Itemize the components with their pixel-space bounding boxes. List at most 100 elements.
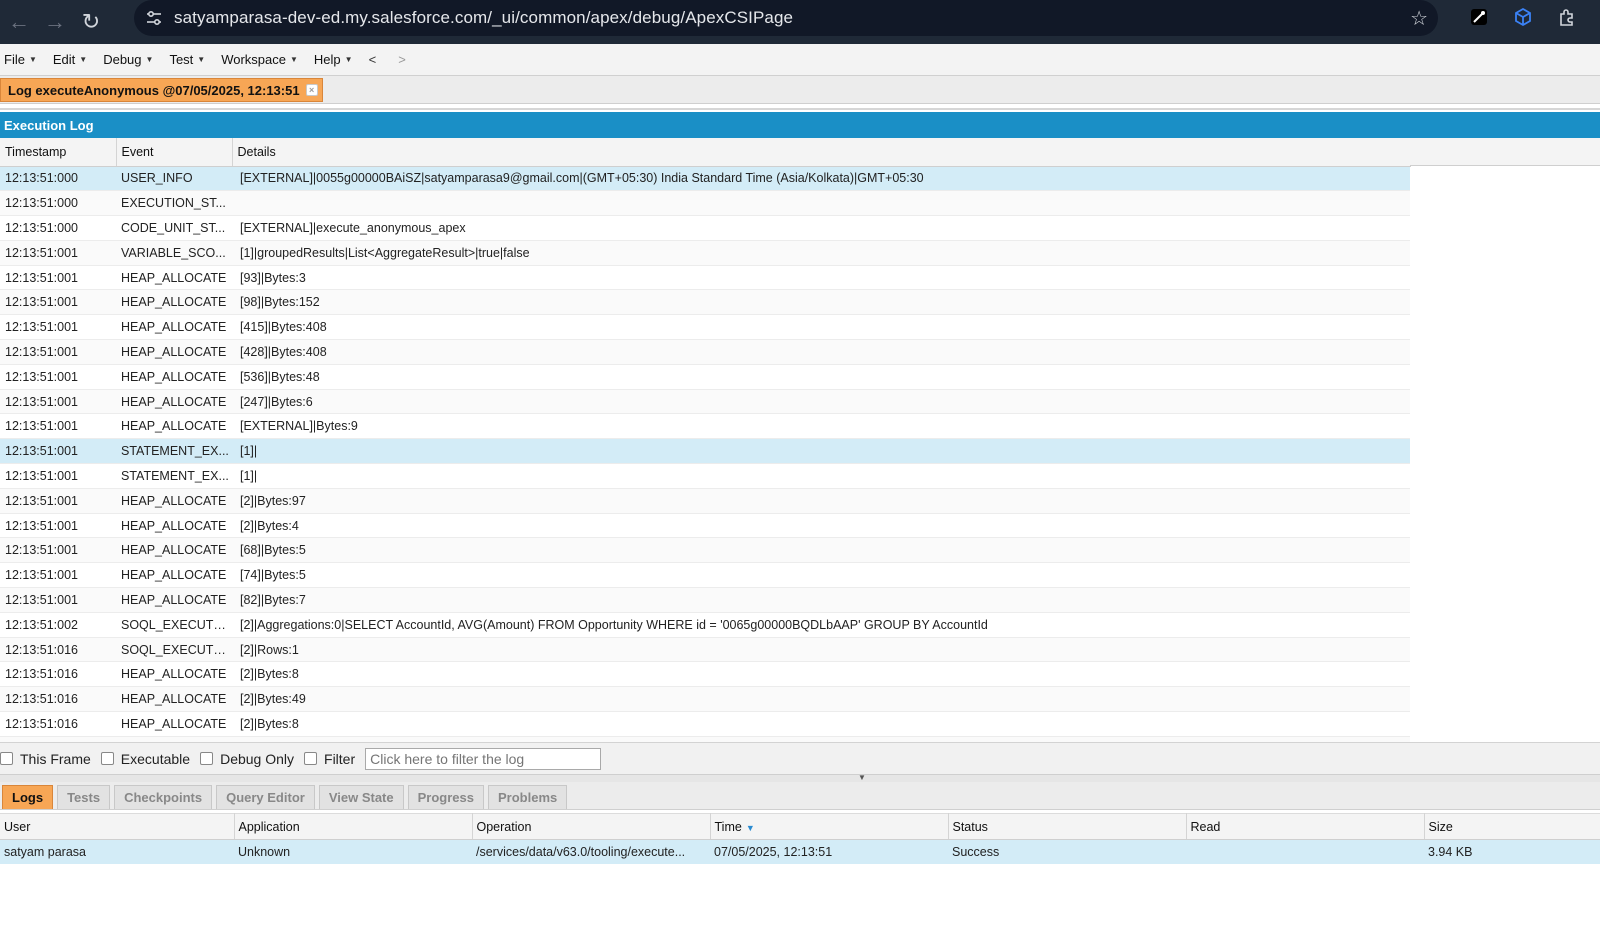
tab-query-editor[interactable]: Query Editor (216, 785, 315, 809)
checkbox-label: This Frame (20, 750, 91, 767)
panel-splitter[interactable]: ▼ (0, 773, 1600, 782)
debug-only-checkbox[interactable]: Debug Only (200, 751, 294, 767)
tab-problems[interactable]: Problems (488, 785, 568, 809)
tab-checkpoints[interactable]: Checkpoints (114, 785, 213, 809)
back-icon[interactable]: ← (2, 5, 36, 39)
log-entry-row[interactable]: 12:13:51:016 HEAP_ALLOCATE [2]|Bytes:8 (0, 711, 1410, 737)
close-icon[interactable]: × (305, 84, 318, 96)
log-entry-row[interactable]: 12:13:51:002 SOQL_EXECUTE... [2]|Aggregati… (0, 612, 1410, 638)
eyedropper-icon[interactable] (1466, 4, 1492, 30)
forward-icon[interactable]: → (38, 5, 72, 39)
logs-table: User Application Operation Time ▼ Status … (0, 813, 1600, 864)
site-info-icon[interactable] (136, 0, 172, 36)
this-frame-checkbox[interactable]: This Frame (0, 751, 91, 767)
filter-checkbox[interactable]: Filter (304, 751, 355, 767)
tab-tests[interactable]: Tests (57, 785, 111, 809)
bookmark-star-icon[interactable]: ☆ (1410, 6, 1428, 31)
log-entry-timestamp: 12:13:51:001 (0, 314, 116, 341)
log-entry-row[interactable]: 12:13:51:001 HEAP_ALLOCATE [428]|Bytes:408 (0, 339, 1410, 365)
extension-cube-icon[interactable] (1510, 4, 1536, 30)
log-entry-event: STATEMENT_EX... (116, 438, 232, 465)
log-entry-row[interactable]: 12:13:51:016VARIABLE_ASSI...[1]|groupedR… (0, 736, 1410, 742)
log-entry-event: HEAP_ALLOCATE (116, 661, 232, 688)
chevron-down-icon: ▼ (28, 55, 37, 64)
tab-view-state[interactable]: View State (318, 785, 404, 809)
column-header-event[interactable]: Event (116, 138, 233, 167)
log-entry-row[interactable]: 12:13:51:001 HEAP_ALLOCATE [74]|Bytes:5 (0, 562, 1410, 589)
log-entry-row[interactable]: 12:13:51:016 HEAP_ALLOCATE [2]|Bytes:8 (0, 661, 1410, 688)
menu-test[interactable]: Test ▼ (169, 52, 205, 67)
log-entry-row[interactable]: 12:13:51:001 HEAP_ALLOCATE [2]|Bytes:97 (0, 488, 1410, 514)
log-entry-row[interactable]: 12:13:51:000 CODE_UNIT_ST... [EXTERNAL]|ex… (0, 215, 1410, 241)
log-entry-row[interactable]: 12:13:51:001 HEAP_ALLOCATE [247]|Bytes:6 (0, 389, 1410, 415)
execution-log-table: Timestamp Event Details 12:13:51:000 USER… (0, 138, 1411, 742)
reload-icon[interactable]: ↻ (74, 5, 108, 39)
checkbox-box[interactable] (100, 752, 114, 765)
chevron-down-icon: ▼ (290, 55, 298, 64)
collapse-arrow-icon[interactable]: ▼ (842, 773, 882, 782)
log-tab-label: Log executeAnonymous @07/05/2025, 12:13:… (8, 82, 300, 98)
log-entry-row[interactable]: 12:13:51:001 HEAP_ALLOCATE [93]|Bytes:3 (0, 265, 1410, 291)
column-header-timestamp[interactable]: Timestamp (0, 138, 117, 167)
log-entry-event: HEAP_ALLOCATE (116, 686, 232, 713)
history-forward-button[interactable]: > (398, 52, 406, 67)
log-entry-row[interactable]: 12:13:51:001 HEAP_ALLOCATE [415]|Bytes:408 (0, 314, 1410, 341)
log-row[interactable]: satyam parasa Unknown /services/data/v63… (0, 839, 1600, 864)
log-entry-row[interactable]: 12:13:51:001 HEAP_ALLOCATE [82]|Bytes:7 (0, 587, 1410, 613)
extensions-puzzle-icon[interactable] (1554, 4, 1580, 30)
log-entry-details: [68]|Bytes:5 (232, 537, 1410, 564)
checkbox-box[interactable] (200, 752, 214, 765)
column-header-size[interactable]: Size (1424, 813, 1600, 840)
log-entry-event: HEAP_ALLOCATE (116, 562, 232, 589)
log-entry-row[interactable]: 12:13:51:016 HEAP_ALLOCATE [2]|Bytes:49 (0, 686, 1410, 713)
menu-edit[interactable]: Edit ▼ (53, 52, 87, 67)
log-entry-details: [2]|Bytes:8 (232, 711, 1410, 737)
column-header-details[interactable]: Details (232, 138, 1411, 167)
log-entry-row[interactable]: 12:13:51:001 HEAP_ALLOCATE [2]|Bytes:4 (0, 513, 1410, 539)
log-entry-timestamp: 12:13:51:001 (0, 389, 116, 415)
chevron-down-icon: ▼ (79, 55, 88, 64)
log-entry-details: [98]|Bytes:152 (232, 289, 1410, 316)
tab-progress[interactable]: Progress (407, 785, 484, 809)
divider (0, 104, 1600, 110)
history-back-button[interactable]: < (369, 52, 377, 67)
filter-log-input[interactable] (365, 747, 602, 770)
menu-label: Help (313, 52, 341, 67)
log-entry-row[interactable]: 12:13:51:000 EXECUTION_ST... (0, 190, 1410, 217)
log-entry-row[interactable]: 12:13:51:001 HEAP_ALLOCATE [98]|Bytes:152 (0, 289, 1410, 316)
log-entry-details: [1]|groupedResults|[{"AccountId":"0015g0… (232, 736, 1410, 742)
log-entry-row[interactable]: 12:13:51:001 HEAP_ALLOCATE [536]|Bytes:48 (0, 364, 1410, 390)
log-entry-row[interactable]: 12:13:51:000 USER_INFO [EXTERNAL]|0055g000… (0, 166, 1410, 192)
checkbox-box[interactable] (0, 752, 13, 765)
column-header-operation[interactable]: Operation (472, 813, 711, 840)
column-header-user[interactable]: User (0, 813, 235, 840)
log-entry-details: [536]|Bytes:48 (232, 364, 1410, 390)
log-entry-row[interactable]: 12:13:51:016 SOQL_EXECUTE... [2]|Rows:1 (0, 637, 1410, 663)
address-bar[interactable]: satyamparasa-dev-ed.my.salesforce.com/_u… (134, 0, 1438, 36)
menu-label: File (4, 52, 25, 67)
column-header-read[interactable]: Read (1186, 813, 1425, 840)
column-header-application[interactable]: Application (234, 813, 473, 840)
browser-toolbar: ← → ↻ satyamparasa-dev-ed.my.salesforce.… (0, 0, 1600, 44)
log-entry-row[interactable]: 12:13:51:001 STATEMENT_EX... [1]| (0, 438, 1410, 465)
execution-log-grid[interactable]: Timestamp Event Details 12:13:51:000 USER… (0, 138, 1600, 742)
log-entry-event: VARIABLE_SCO... (116, 240, 232, 266)
tab-logs[interactable]: Logs (2, 785, 54, 809)
column-header-status[interactable]: Status (948, 813, 1187, 840)
log-editor-tab[interactable]: Log executeAnonymous @07/05/2025, 12:13:… (0, 78, 323, 102)
menu-workspace[interactable]: Workspace ▼ (221, 52, 298, 67)
log-entry-row[interactable]: 12:13:51:001 STATEMENT_EX... [1]| (0, 463, 1410, 489)
menu-help[interactable]: Help ▼ (314, 52, 353, 67)
executable-checkbox[interactable]: Executable (100, 751, 190, 767)
chevron-down-icon: ▼ (145, 55, 154, 64)
log-entry-details: [1]| (232, 463, 1410, 489)
log-entry-row[interactable]: 12:13:51:001 HEAP_ALLOCATE [EXTERNAL]|Byte… (0, 413, 1410, 440)
log-entry-timestamp: 12:13:51:016 (0, 637, 116, 663)
column-header-time[interactable]: Time ▼ (710, 813, 949, 840)
log-entry-row[interactable]: 12:13:51:001 HEAP_ALLOCATE [68]|Bytes:5 (0, 537, 1410, 564)
menu-file[interactable]: File ▼ (4, 52, 37, 67)
menu-debug[interactable]: Debug ▼ (103, 52, 153, 67)
log-entry-row[interactable]: 12:13:51:001 VARIABLE_SCO... [1]|groupedRe… (0, 240, 1410, 266)
checkbox-box[interactable] (304, 752, 318, 765)
log-entry-details: [74]|Bytes:5 (232, 562, 1410, 589)
